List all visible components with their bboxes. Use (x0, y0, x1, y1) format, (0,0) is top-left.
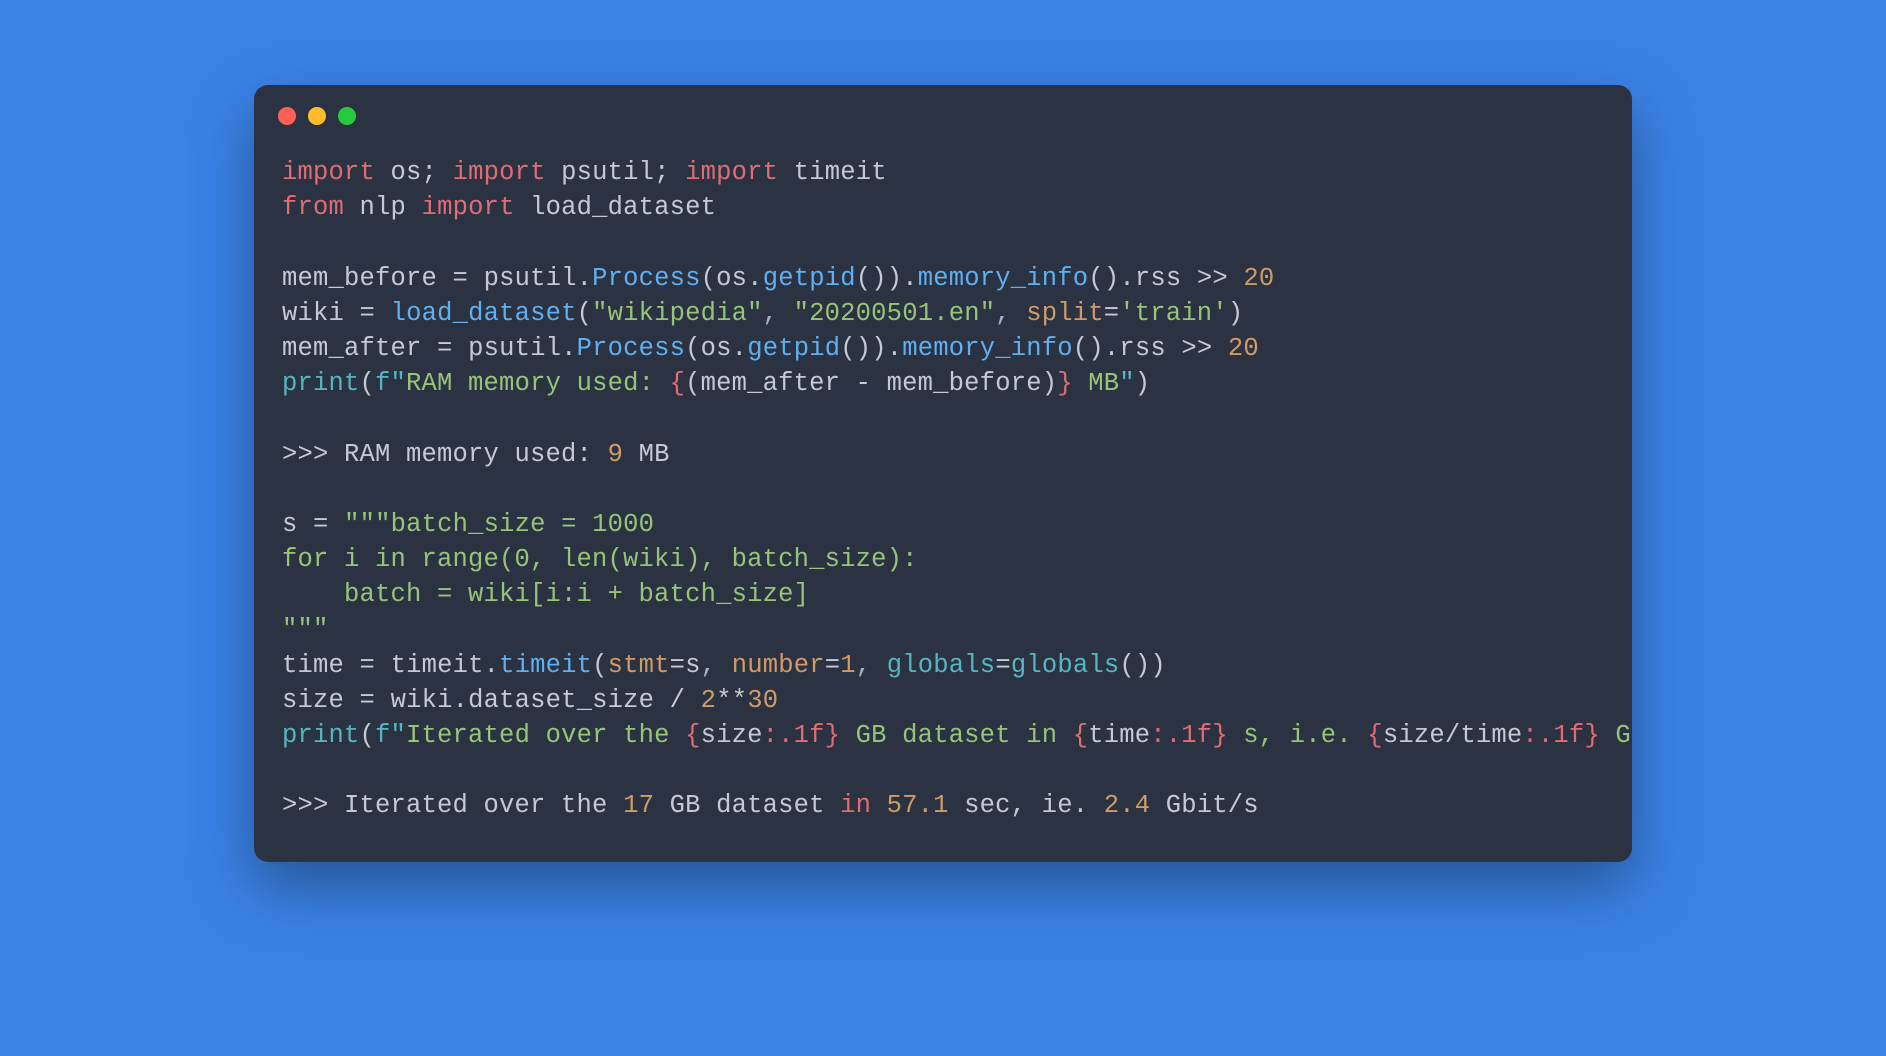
code-line: mem_after = psutil.Process(os.getpid()).… (282, 334, 1259, 363)
code-line: s = """batch_size = 1000 for i in range(… (282, 510, 918, 645)
minimize-icon[interactable] (308, 107, 326, 125)
close-icon[interactable] (278, 107, 296, 125)
code-area: import os; import psutil; import timeit … (254, 125, 1632, 862)
code-line: print(f"Iterated over the {size:.1f} GB … (282, 721, 1632, 750)
code-line: size = wiki.dataset_size / 2**30 (282, 686, 778, 715)
code-line: import os; import psutil; import timeit (282, 158, 887, 187)
code-line: print(f"RAM memory used: {(mem_after - m… (282, 369, 1150, 398)
output-line: >>> RAM memory used: 9 MB (282, 440, 670, 469)
code-line: from nlp import load_dataset (282, 193, 716, 222)
code-line: wiki = load_dataset("wikipedia", "202005… (282, 299, 1243, 328)
code-line: time = timeit.timeit(stmt=s, number=1, g… (282, 651, 1166, 680)
code-line: mem_before = psutil.Process(os.getpid())… (282, 264, 1274, 293)
window-titlebar (254, 85, 1632, 125)
maximize-icon[interactable] (338, 107, 356, 125)
output-line: >>> Iterated over the 17 GB dataset in 5… (282, 791, 1259, 820)
terminal-window: import os; import psutil; import timeit … (254, 85, 1632, 862)
